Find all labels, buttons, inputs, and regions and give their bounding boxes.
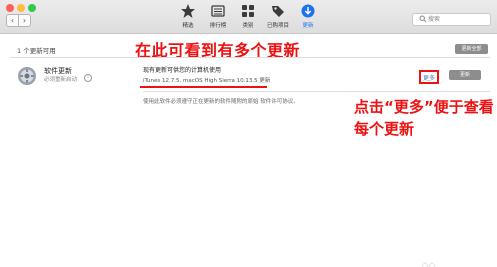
info-icon[interactable]: i bbox=[84, 74, 92, 82]
update-item-description: 现有更新可供您的计算机使用 bbox=[143, 67, 222, 74]
app-store-updates-page: ‹ › 精选 排行榜 类别 已购项目 更新 搜索 1 个更新可用 更新全部 在此… bbox=[0, 0, 497, 267]
minimize-window-button[interactable] bbox=[17, 4, 25, 12]
watermark-logo bbox=[421, 262, 436, 267]
tab-categories-label: 类别 bbox=[242, 23, 254, 29]
tab-featured-label: 精选 bbox=[182, 23, 194, 29]
zoom-window-button[interactable] bbox=[28, 4, 36, 12]
tab-purchased[interactable]: 已购项目 bbox=[263, 3, 293, 29]
tab-categories[interactable]: 类别 bbox=[233, 3, 263, 29]
tab-purchased-label: 已购项目 bbox=[266, 23, 289, 29]
search-field[interactable] bbox=[412, 13, 491, 26]
update-all-button[interactable]: 更新全部 bbox=[455, 44, 488, 54]
search-icon bbox=[419, 15, 427, 23]
purchased-tag-icon bbox=[272, 6, 284, 17]
nav-buttons: ‹ › bbox=[6, 14, 31, 27]
window-toolbar: ‹ › 精选 排行榜 类别 已购项目 更新 搜索 bbox=[0, 0, 497, 34]
annotation-click-more: 点击“更多”便于查看每个更新 bbox=[354, 98, 494, 138]
back-button[interactable]: ‹ bbox=[6, 14, 19, 27]
tab-updates-label: 更新 bbox=[302, 23, 314, 29]
tab-featured[interactable]: 精选 bbox=[173, 3, 203, 29]
star-icon bbox=[181, 4, 195, 18]
chevron-right-icon: › bbox=[22, 16, 27, 25]
item-divider bbox=[143, 91, 490, 92]
chart-list-icon bbox=[211, 5, 225, 17]
search-input[interactable] bbox=[428, 14, 483, 25]
updates-available-count: 1 个更新可用 bbox=[17, 47, 56, 55]
software-update-app-icon bbox=[18, 67, 36, 85]
more-link[interactable]: 更多 bbox=[423, 73, 435, 82]
update-item-restart-note: 必须重新启动 bbox=[44, 77, 78, 83]
chevron-left-icon: ‹ bbox=[10, 16, 15, 25]
update-item-list: iTunes 12.7.5, macOS High Sierra 10.13.5… bbox=[143, 78, 271, 84]
header-divider bbox=[10, 57, 490, 58]
update-button[interactable]: 更新 bbox=[449, 70, 481, 80]
tab-updates[interactable]: 更新 bbox=[293, 3, 323, 29]
license-terms-text: 使用此软件必须遵守正在更新的软件随附的原始 软件许可协议。 bbox=[143, 99, 299, 105]
annotation-underline bbox=[140, 86, 267, 88]
forward-button[interactable]: › bbox=[19, 14, 31, 27]
tab-top-charts[interactable]: 排行榜 bbox=[203, 3, 233, 29]
tab-top-charts-label: 排行榜 bbox=[209, 23, 227, 29]
category-grid-icon bbox=[242, 5, 254, 17]
close-window-button[interactable] bbox=[6, 4, 14, 12]
updates-badge-icon bbox=[301, 4, 315, 18]
